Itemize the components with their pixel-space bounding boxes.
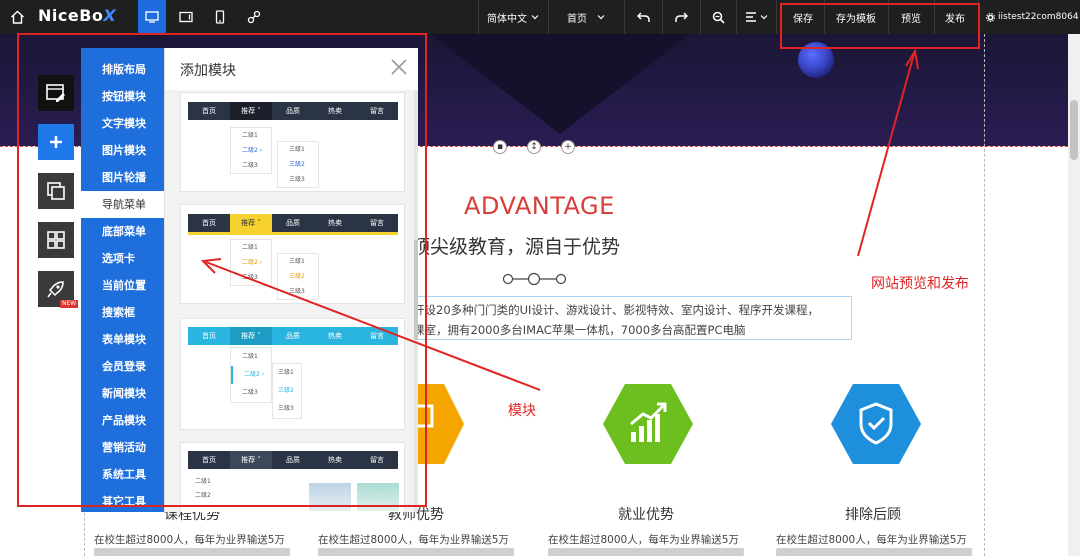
annotation-module-label: 模块 <box>508 403 536 419</box>
annotation-publish-label: 网站预览和发布 <box>871 276 969 292</box>
